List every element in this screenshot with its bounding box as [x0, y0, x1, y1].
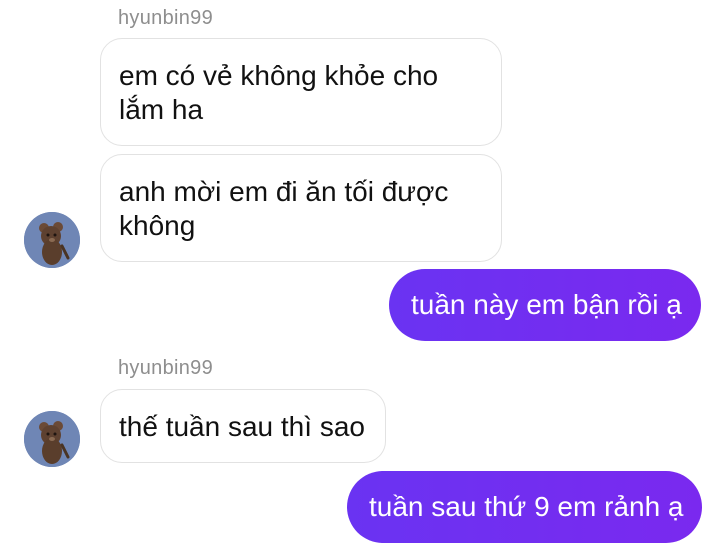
incoming-message-bubble[interactable]: em có vẻ không khỏe cho lắm ha — [100, 38, 502, 146]
outgoing-message-bubble[interactable]: tuần sau thứ 9 em rảnh ạ — [347, 471, 702, 543]
message-text: em có vẻ không khỏe cho lắm ha — [119, 60, 439, 125]
incoming-message-bubble[interactable]: thế tuần sau thì sao — [100, 389, 386, 463]
sender-name[interactable]: hyunbin99 — [118, 8, 213, 28]
message-text: tuần này em bận rồi ạ — [411, 289, 682, 320]
teddy-bear-avatar-icon — [24, 212, 80, 268]
teddy-bear-avatar-icon — [24, 411, 80, 467]
message-text: tuần sau thứ 9 em rảnh ạ — [369, 491, 684, 522]
avatar[interactable] — [24, 212, 80, 268]
outgoing-message-bubble[interactable]: tuần này em bận rồi ạ — [389, 269, 701, 341]
message-text: thế tuần sau thì sao — [119, 411, 365, 442]
message-text: anh mời em đi ăn tối được không — [119, 176, 449, 241]
incoming-message-bubble[interactable]: anh mời em đi ăn tối được không — [100, 154, 502, 262]
avatar[interactable] — [24, 411, 80, 467]
sender-name[interactable]: hyunbin99 — [118, 358, 213, 378]
